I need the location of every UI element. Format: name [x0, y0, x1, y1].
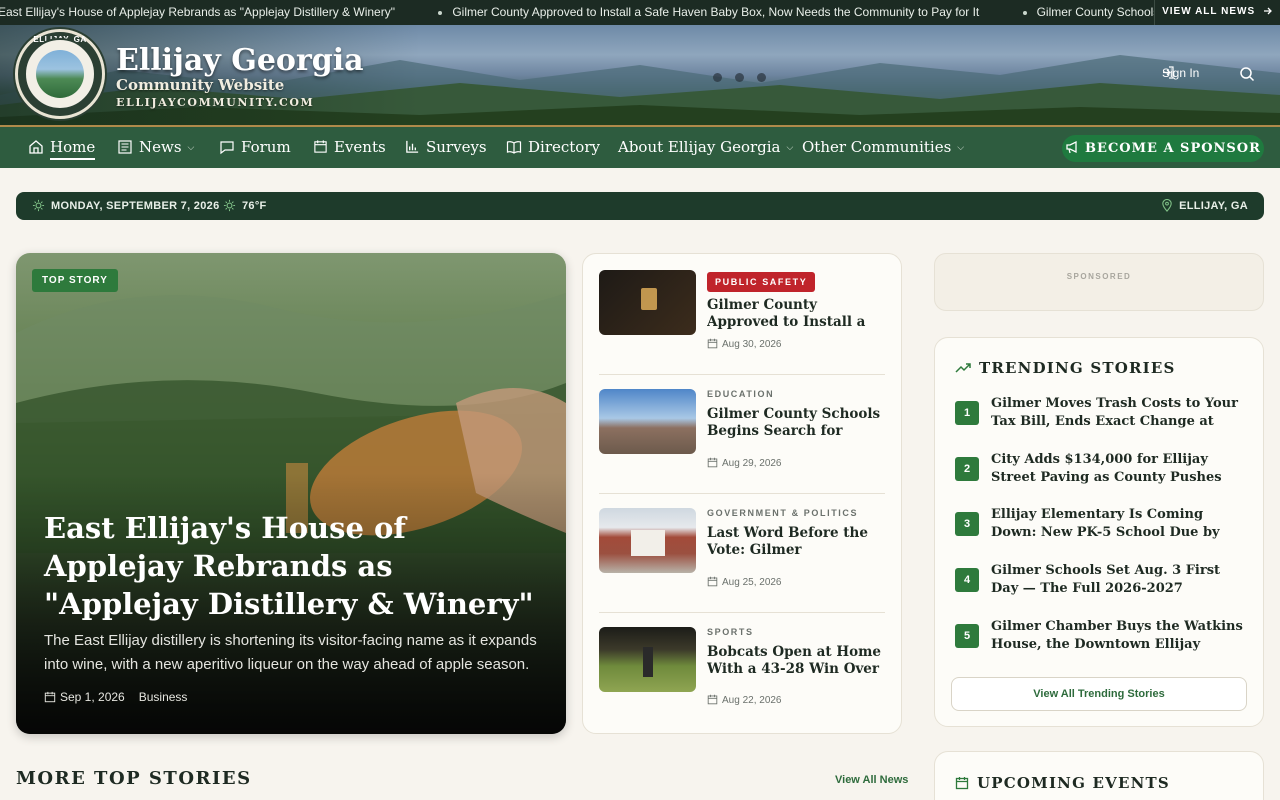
site-url: ELLIJAYCOMMUNITY.COM [116, 96, 315, 109]
story-date: Aug 29, 2026 [707, 457, 782, 469]
site-subtitle: Community Website [116, 76, 285, 94]
story-date: Aug 30, 2026 [707, 338, 782, 350]
story-item[interactable]: EDUCATION Gilmer County Schools Begins S… [599, 389, 885, 499]
more-top-stories-heading: MORE TOP STORIES [16, 768, 252, 789]
current-location: ELLIJAY, GA [1161, 192, 1248, 220]
bar-chart-icon [406, 140, 419, 153]
arrow-right-icon [1263, 7, 1272, 15]
calendar-icon [707, 694, 718, 705]
trending-up-icon [955, 362, 971, 373]
story-item[interactable]: SPORTS Bobcats Open at Home With a 43-28… [599, 627, 885, 737]
site-title[interactable]: Ellijay Georgia [116, 43, 364, 78]
trending-stories-panel: TRENDING STORIES 1 Gilmer Moves Trash Co… [934, 337, 1264, 727]
ticker-item[interactable]: East Ellijay's House of Applejay Rebrand… [0, 0, 395, 24]
site-logo-seal[interactable]: ELLIJAY, GA [15, 29, 105, 119]
trending-rank: 1 [955, 401, 979, 425]
story-date: Aug 22, 2026 [707, 694, 782, 706]
newspaper-icon [118, 139, 132, 154]
story-thumbnail[interactable] [599, 508, 696, 573]
nav-item-events[interactable]: Events [313, 127, 386, 168]
story-item[interactable]: GOVERNMENT & POLITICS Last Word Before t… [599, 508, 885, 618]
calendar-icon [44, 691, 56, 703]
chevron-down-icon: ⌵ [187, 142, 195, 153]
story-date: Aug 25, 2026 [707, 576, 782, 588]
upcoming-events-heading: UPCOMING EVENTS [955, 774, 1170, 792]
view-all-news-link[interactable]: View All News [835, 774, 908, 786]
chevron-down-icon: ⌵ [957, 142, 965, 153]
story-category-tag[interactable]: EDUCATION [707, 389, 774, 399]
story-category-tag[interactable]: PUBLIC SAFETY [707, 272, 816, 292]
current-temperature: 76°F [223, 192, 267, 220]
info-bar: MONDAY, SEPTEMBER 7, 2026 76°F ELLIJAY, … [16, 192, 1264, 220]
calendar-icon [955, 776, 969, 789]
story-thumbnail[interactable] [599, 389, 696, 454]
nav-item-directory[interactable]: Directory [506, 127, 600, 168]
trending-title[interactable]: Gilmer Moves Trash Costs to Your Tax Bil… [991, 395, 1247, 431]
banner-carousel-dots[interactable] [713, 69, 779, 87]
trending-title[interactable]: City Adds $134,000 for Ellijay Street Pa… [991, 451, 1247, 487]
trending-title[interactable]: Gilmer Chamber Buys the Watkins House, t… [991, 618, 1247, 654]
trending-item[interactable]: 4 Gilmer Schools Set Aug. 3 First Day — … [955, 562, 1245, 602]
trending-rank: 2 [955, 457, 979, 481]
calendar-icon [707, 338, 718, 349]
sign-in-link[interactable]: Sign In [1162, 66, 1199, 80]
top-story-title[interactable]: East Ellijay's House of Applejay Rebrand… [44, 509, 544, 623]
top-story-badge: TOP STORY [32, 269, 118, 292]
nav-item-other-communities[interactable]: Other Communities ⌵ [802, 127, 964, 168]
calendar-icon [707, 576, 718, 587]
story-item[interactable]: PUBLIC SAFETY Gilmer County Approved to … [599, 270, 885, 380]
calendar-icon [707, 457, 718, 468]
trending-item[interactable]: 5 Gilmer Chamber Buys the Watkins House,… [955, 618, 1245, 658]
top-story-summary: The East Ellijay distillery is shortenin… [44, 632, 537, 673]
current-date: MONDAY, SEPTEMBER 7, 2026 [32, 192, 219, 220]
sun-icon [223, 199, 236, 211]
trending-stories-heading: TRENDING STORIES [955, 359, 1176, 377]
trending-item[interactable]: 3 Ellijay Elementary Is Coming Down: New… [955, 506, 1245, 546]
main-navigation: Home News ⌵ Forum Events Surveys Director… [0, 125, 1280, 168]
story-title[interactable]: Last Word Before the Vote: Gilmer Commis… [707, 525, 885, 559]
megaphone-icon [1066, 140, 1077, 154]
story-thumbnail[interactable] [599, 270, 696, 335]
become-sponsor-button[interactable]: BECOME A SPONSOR [1062, 135, 1264, 162]
story-category-tag[interactable]: SPORTS [707, 627, 754, 637]
news-ticker: East Ellijay's House of Applejay Rebrand… [0, 0, 1280, 25]
trending-item[interactable]: 2 City Adds $134,000 for Ellijay Street … [955, 451, 1245, 491]
nav-item-home[interactable]: Home [28, 127, 96, 168]
trending-title[interactable]: Ellijay Elementary Is Coming Down: New P… [991, 506, 1247, 542]
story-category-tag[interactable]: GOVERNMENT & POLITICS [707, 508, 858, 518]
nav-item-forum[interactable]: Forum [219, 127, 291, 168]
story-title[interactable]: Bobcats Open at Home With a 43-28 Win Ov… [707, 644, 885, 678]
home-icon [29, 139, 43, 154]
trending-rank: 5 [955, 624, 979, 648]
site-header: ELLIJAY, GA Ellijay Georgia Community We… [0, 25, 1280, 125]
story-title[interactable]: Gilmer County Schools Begins Search for … [707, 406, 885, 440]
trending-title[interactable]: Gilmer Schools Set Aug. 3 First Day — Th… [991, 562, 1247, 598]
sponsored-ad-slot[interactable]: SPONSORED [934, 253, 1264, 311]
chat-icon [220, 140, 234, 154]
calendar-icon [314, 140, 327, 153]
view-all-news-ticker-link[interactable]: VIEW ALL NEWS [1154, 0, 1280, 25]
trending-item[interactable]: 1 Gilmer Moves Trash Costs to Your Tax B… [955, 395, 1245, 435]
view-all-trending-button[interactable]: View All Trending Stories [951, 677, 1247, 711]
upcoming-events-panel: UPCOMING EVENTS [934, 751, 1264, 800]
top-story-category[interactable]: Business [139, 690, 188, 704]
sun-icon [32, 199, 45, 211]
story-list: PUBLIC SAFETY Gilmer County Approved to … [582, 253, 902, 734]
top-story-card[interactable]: TOP STORY East Ellijay's House of Applej… [16, 253, 566, 734]
chevron-down-icon: ⌵ [786, 142, 794, 153]
ticker-item[interactable]: Gilmer County Approved to Install a Safe… [438, 0, 979, 24]
nav-item-surveys[interactable]: Surveys [405, 127, 487, 168]
book-icon [506, 140, 522, 154]
trending-rank: 4 [955, 568, 979, 592]
top-story-meta: Sep 1, 2026 Business [44, 690, 187, 704]
nav-item-news[interactable]: News ⌵ [117, 127, 194, 168]
map-pin-icon [1162, 198, 1172, 212]
nav-item-about[interactable]: About Ellijay Georgia ⌵ [618, 127, 793, 168]
story-title[interactable]: Gilmer County Approved to Install a Safe… [707, 297, 885, 331]
sign-in-icon [1163, 66, 1174, 79]
trending-rank: 3 [955, 512, 979, 536]
story-thumbnail[interactable] [599, 627, 696, 692]
search-icon [1240, 67, 1255, 82]
